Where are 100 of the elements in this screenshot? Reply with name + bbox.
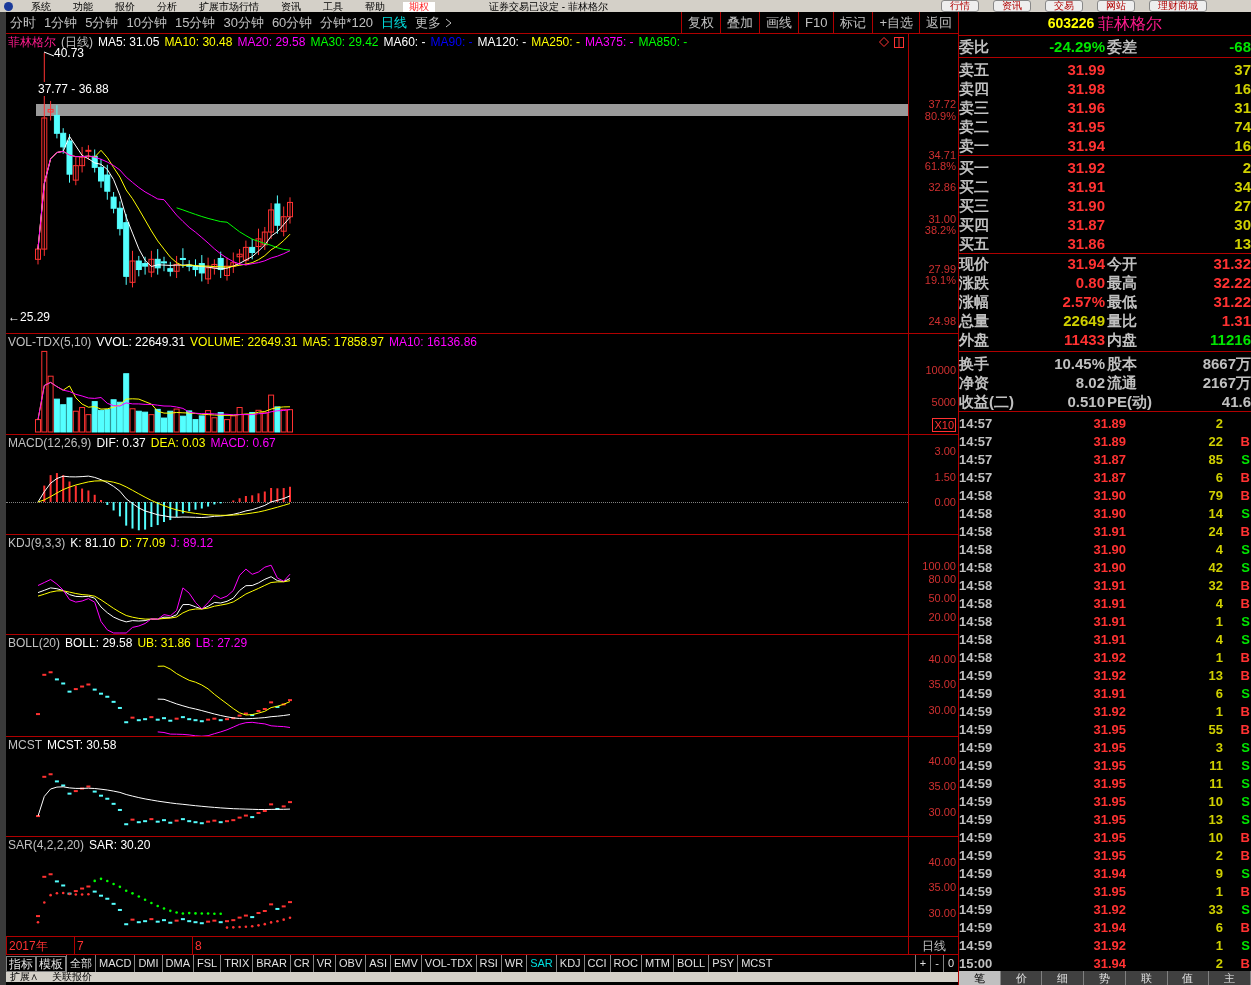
menu-item[interactable]: 分析 [153,2,181,12]
menu-item[interactable]: 扩展市场行情 [195,2,263,12]
toolbar-button[interactable]: F10 [798,12,834,33]
menu-item[interactable]: 工具 [319,2,347,12]
indicator-tab[interactable]: OBV [335,955,366,972]
panel-toggle-icon[interactable] [894,36,904,48]
indicator-tab[interactable]: CR [289,955,313,972]
zoom-control[interactable]: + [914,955,931,972]
period-tab[interactable]: 日线 [377,12,412,33]
detail-tab[interactable]: 势 [1084,971,1126,985]
field-label: 换手 [959,354,990,374]
toolbar-button[interactable]: 返回 [919,12,958,33]
quick-button[interactable]: 交易 [1045,0,1083,12]
indicator-value: MA90: - [430,34,473,50]
bottom-link[interactable]: 关联报价 [48,972,96,982]
toolbar-button[interactable]: 叠加 [720,12,759,33]
detail-tab[interactable]: 值 [1167,971,1210,985]
menu-item[interactable]: 系统 [27,2,55,12]
field-label: 股本 [1107,355,1137,372]
indicator-group-tab[interactable]: 模板 [36,955,66,972]
bottom-link[interactable]: 扩展∧ [6,972,42,982]
menu-item[interactable]: 报价 [111,2,139,12]
detail-tab[interactable]: 细 [1042,971,1085,985]
indicator-tab[interactable]: ASI [365,955,390,972]
indicator-value: MACD: 0.67 [210,435,276,451]
indicator-tab[interactable]: BRAR [252,955,290,972]
chevron-right-icon[interactable] [445,17,453,28]
field-label: 外盘 [959,331,989,349]
indicator-tab[interactable]: RSI [475,955,501,972]
trade-price: 31.87 [1092,469,1126,487]
period-tab[interactable]: 1分钟 [40,12,82,33]
order-volume: 27 [1233,196,1251,216]
indicator-tab[interactable]: FSL [193,955,221,972]
order-volume: 37 [1233,60,1251,80]
period-tab[interactable]: 10分钟 [122,12,171,33]
indicator-tab[interactable]: PSY [708,955,738,972]
quote-value: 31.32 [1212,254,1251,275]
toolbar-button[interactable]: 标记 [833,12,873,33]
quick-button[interactable]: 理财商城 [1149,0,1207,12]
period-tab[interactable]: 60分钟 [267,12,317,33]
zoom-control[interactable]: - [930,955,943,972]
indicator-tab[interactable]: VOL-TDX [420,955,476,972]
indicator-tab[interactable]: BOLL [673,955,709,972]
trade-side: S [1240,775,1251,793]
indicator-tab[interactable]: DMI [134,955,162,972]
indicator-tab[interactable]: VR [312,955,335,972]
trade-side: B [1239,487,1251,505]
trade-price: 31.87 [1092,451,1126,469]
order-price: 31.98 [1066,79,1105,99]
indicator-tab[interactable]: 全部 [66,955,95,972]
zoom-control[interactable]: 0 [942,955,958,972]
detail-tab[interactable]: 联 [1125,971,1168,985]
axis-label: 80.00 [928,573,956,585]
period-tab[interactable]: 更多 [411,12,446,33]
indicator-value: VOLUME: 22649.31 [190,334,298,350]
detail-tab[interactable]: 价 [1000,971,1043,985]
indicator-tab[interactable]: ROC [609,955,641,972]
indicator-tab[interactable]: MCST [737,955,776,972]
trade-side: B [1239,523,1251,541]
detail-tab[interactable]: 笔 [959,971,1001,985]
quote-value: 31.94 [1066,254,1105,275]
menu-item[interactable]: 功能 [69,2,97,12]
menu-item[interactable]: 期权 [403,2,435,12]
quick-button[interactable]: 资讯 [993,0,1031,12]
quick-button[interactable]: 网站 [1097,0,1135,12]
indicator-tab[interactable]: MACD [95,955,135,972]
detail-tab[interactable]: 主 [1209,971,1251,985]
menu-item[interactable]: 帮助 [361,2,389,12]
toolbar-button[interactable]: 复权 [681,12,720,33]
toolbar-button[interactable]: +自选 [872,12,919,33]
period-tab[interactable]: 5分钟 [81,12,123,33]
menu-item[interactable]: 资讯 [277,2,305,12]
indicator-tab[interactable]: SAR [526,955,556,972]
indicator-tab[interactable]: EMV [389,955,421,972]
trade-price: 31.95 [1092,811,1126,829]
quick-button[interactable]: 行情 [941,0,979,12]
axis-label: 30.00 [928,806,956,818]
toolbar-button[interactable]: 画线 [759,12,798,33]
trade-side: B [1239,595,1251,613]
trade-side: B [1239,649,1251,667]
period-tab[interactable]: 30分钟 [219,12,268,33]
indicator-tab[interactable]: KDJ [555,955,584,972]
indicator-tab[interactable]: CCI [583,955,610,972]
trade-volume: 4 [1214,631,1223,649]
indicator-tab[interactable]: DMA [161,955,193,972]
indicator-tab[interactable]: WR [500,955,527,972]
indicator-group-tab[interactable]: 指标 [6,955,36,972]
trade-price: 31.95 [1092,721,1126,739]
trade-side: B [1239,469,1251,487]
period-tab[interactable]: 分钟*120 [316,12,378,33]
axis-label: 24.98 [928,315,956,327]
trade-time: 14:59 [959,739,994,757]
app-logo-icon [4,2,13,11]
trade-volume: 1 [1214,937,1223,955]
indicator-tab[interactable]: MTM [641,955,674,972]
trade-time: 14:57 [959,415,994,433]
period-tab[interactable]: 分时 [6,12,40,33]
order-volume: 30 [1233,215,1251,235]
period-tab[interactable]: 15分钟 [170,12,220,33]
indicator-tab[interactable]: TRIX [220,955,253,972]
